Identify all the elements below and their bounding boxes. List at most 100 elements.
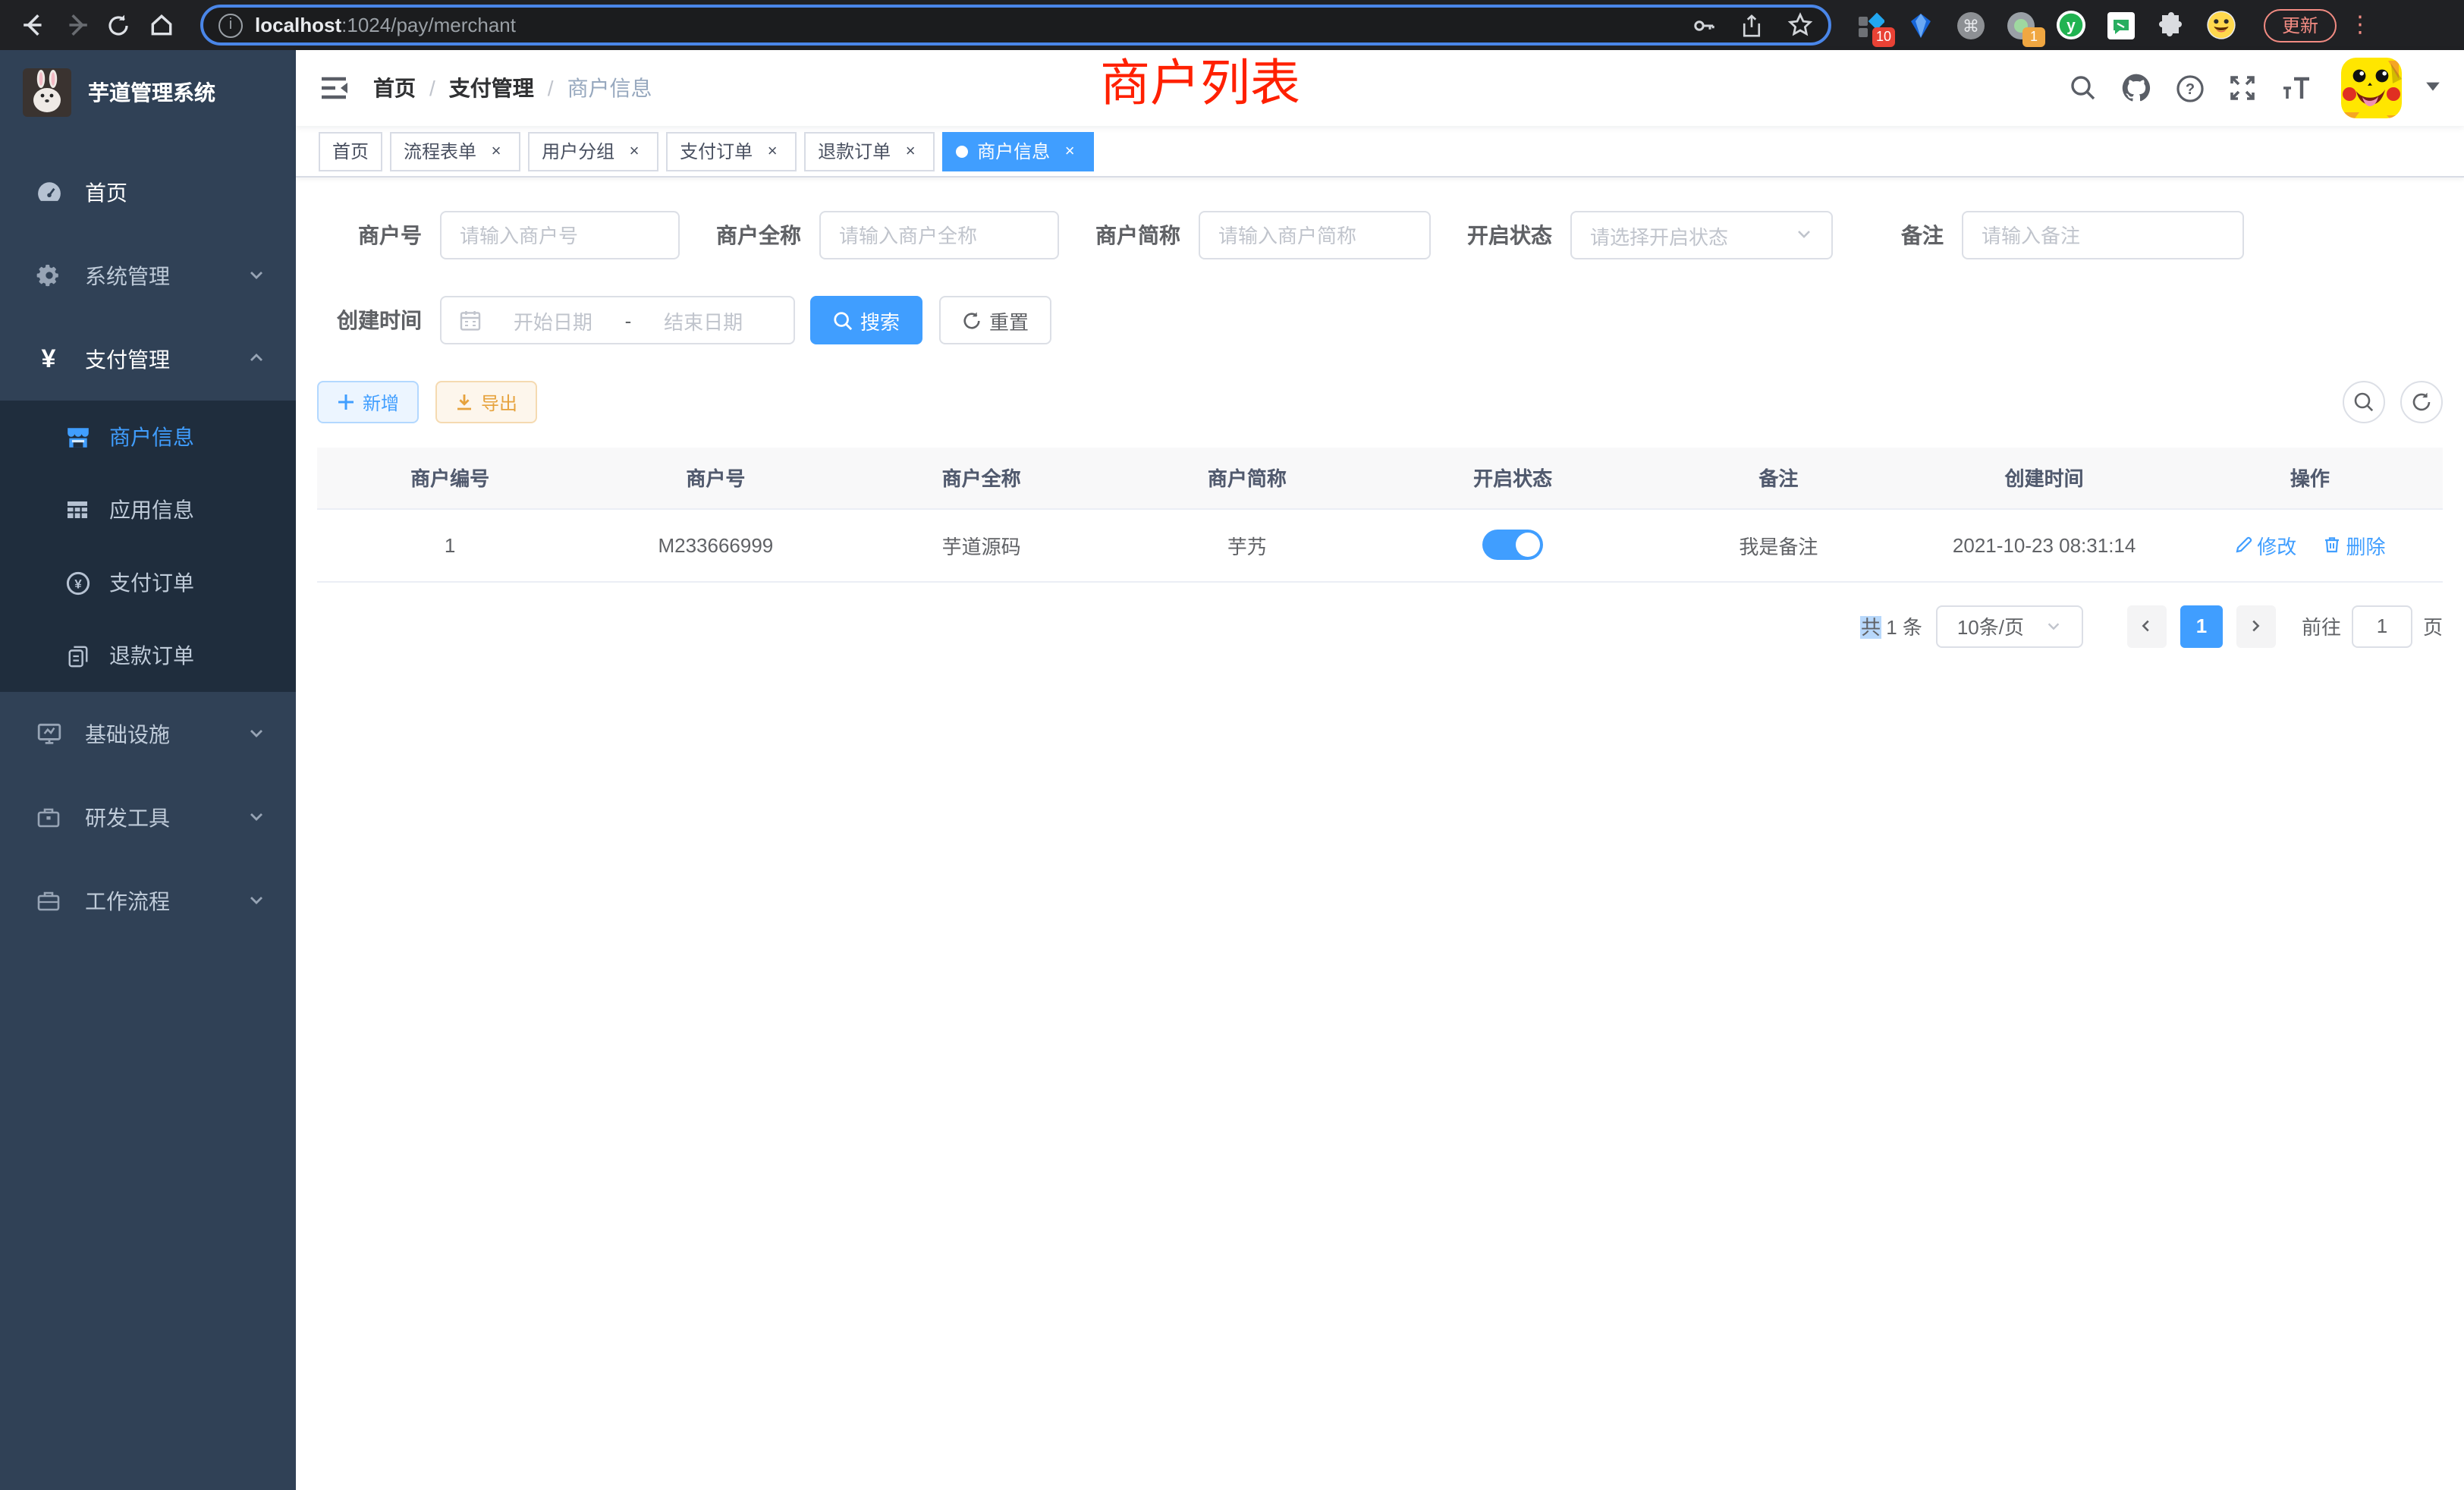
navbar-actions: ?	[2063, 58, 2441, 118]
forward-icon	[63, 12, 89, 38]
caret-down-icon[interactable]	[2425, 74, 2441, 102]
user-avatar[interactable]	[2341, 58, 2402, 118]
password-key-icon[interactable]	[1692, 13, 1716, 37]
browser-back-button[interactable]	[12, 4, 55, 46]
tags-view: 首页 流程表单 × 用户分组 × 支付订单 × 退款订单 ×	[296, 126, 2464, 178]
tab-merchant-info[interactable]: 商户信息 ×	[942, 131, 1094, 171]
status-select[interactable]: 请选择开启状态	[1570, 211, 1833, 259]
fullscreen-icon[interactable]	[2223, 68, 2262, 108]
url-text[interactable]: localhost:1024/pay/merchant	[255, 14, 1667, 36]
logo-avatar	[23, 68, 71, 117]
goto-label: 前往	[2302, 611, 2341, 640]
close-icon[interactable]: ×	[624, 140, 645, 162]
close-icon[interactable]: ×	[1059, 140, 1080, 162]
extension-grid-icon[interactable]: 10	[1856, 10, 1886, 40]
start-date-placeholder[interactable]: 开始日期	[514, 306, 592, 335]
sidebar-item-refund-order[interactable]: 退款订单	[0, 619, 296, 692]
edit-button[interactable]: 修改	[2234, 530, 2296, 559]
extension-recorder-icon[interactable]: 1	[2006, 10, 2036, 40]
sidebar-item-label: 退款订单	[109, 640, 194, 671]
sidebar-item-label: 系统管理	[85, 260, 247, 291]
remark-input[interactable]	[1982, 224, 2224, 247]
breadcrumb-current: 商户信息	[567, 73, 652, 103]
close-icon[interactable]: ×	[900, 140, 921, 162]
sidebar-toggle-button[interactable]	[319, 73, 349, 103]
sidebar-item-system[interactable]: 系统管理	[0, 234, 296, 317]
breadcrumb-pay[interactable]: 支付管理	[449, 73, 534, 103]
prev-page-button[interactable]	[2127, 605, 2167, 647]
refresh-icon	[962, 310, 982, 330]
sidebar-item-workflow[interactable]: 工作流程	[0, 859, 296, 942]
sidebar-item-devtools[interactable]: 研发工具	[0, 775, 296, 859]
address-bar[interactable]: i localhost:1024/pay/merchant	[200, 5, 1831, 46]
extension-command-icon[interactable]: ⌘	[1956, 10, 1986, 40]
merchant-no-input[interactable]	[460, 224, 660, 247]
help-icon[interactable]: ?	[2170, 68, 2209, 108]
reset-button[interactable]: 重置	[939, 296, 1051, 344]
browser-update-button[interactable]: 更新	[2264, 8, 2337, 42]
github-icon[interactable]	[2117, 68, 2156, 108]
tab-home[interactable]: 首页	[319, 131, 382, 171]
date-separator: -	[625, 309, 632, 332]
merchant-no-input-wrap	[440, 211, 680, 259]
site-info-icon[interactable]: i	[218, 13, 243, 37]
chevron-up-icon	[247, 347, 266, 371]
date-range-picker[interactable]: 开始日期 - 结束日期	[440, 296, 795, 344]
extension-chat-icon[interactable]	[2106, 10, 2136, 40]
close-icon[interactable]: ×	[486, 140, 507, 162]
add-button-label: 新增	[363, 389, 399, 415]
page-size-select[interactable]: 10条/页	[1936, 605, 2083, 647]
sidebar-item-app-info[interactable]: 应用信息	[0, 473, 296, 546]
sidebar-item-merchant-info[interactable]: 商户信息	[0, 401, 296, 473]
next-page-button[interactable]	[2236, 605, 2276, 647]
page-size-value: 10条/页	[1957, 611, 2024, 640]
short-name-input[interactable]	[1218, 224, 1411, 247]
status-toggle[interactable]	[1482, 530, 1543, 560]
full-name-input[interactable]	[839, 224, 1039, 247]
bookmark-star-icon[interactable]	[1787, 12, 1813, 38]
sidebar-item-home[interactable]: 首页	[0, 150, 296, 234]
show-search-button[interactable]	[2343, 381, 2385, 423]
sidebar-item-pay-order[interactable]: ¥ 支付订单	[0, 546, 296, 619]
profile-emoji-avatar[interactable]	[2206, 10, 2236, 40]
grid-icon	[61, 498, 94, 522]
search-icon[interactable]	[2063, 68, 2103, 108]
update-label: 更新	[2282, 12, 2318, 38]
search-button[interactable]: 搜索	[810, 296, 922, 344]
tab-refund-order[interactable]: 退款订单 ×	[804, 131, 935, 171]
extension-yudao-icon[interactable]: y	[2056, 10, 2086, 40]
tab-pay-order[interactable]: 支付订单 ×	[666, 131, 797, 171]
browser-home-button[interactable]	[140, 4, 182, 46]
merchant-no-label: 商户号	[317, 220, 440, 250]
merchant-table: 商户编号 商户号 商户全称 商户简称 开启状态 备注 创建时间 操作 1	[317, 448, 2443, 582]
goto-page-input[interactable]	[2352, 605, 2412, 647]
plus-icon	[337, 393, 355, 411]
font-size-icon[interactable]	[2276, 68, 2315, 108]
chevron-down-icon	[2045, 618, 2062, 634]
extensions-puzzle-icon[interactable]	[2156, 10, 2186, 40]
sidebar-item-pay[interactable]: ¥ 支付管理	[0, 317, 296, 401]
browser-menu-icon[interactable]: ⋮	[2349, 17, 2371, 33]
create-time-label: 创建时间	[317, 305, 440, 335]
add-button[interactable]: 新增	[317, 381, 419, 423]
browser-reload-button[interactable]	[97, 4, 140, 46]
delete-button[interactable]: 删除	[2324, 530, 2386, 559]
breadcrumb-home[interactable]: 首页	[373, 73, 416, 103]
total-text: 1 条	[1881, 616, 1922, 639]
close-icon[interactable]: ×	[762, 140, 783, 162]
tab-process-form[interactable]: 流程表单 ×	[390, 131, 520, 171]
sidebar-item-label: 应用信息	[109, 495, 194, 525]
end-date-placeholder[interactable]: 结束日期	[664, 306, 743, 335]
browser-forward-button[interactable]	[55, 4, 97, 46]
cell-short-name: 芋艿	[1114, 508, 1380, 581]
page-number-1[interactable]: 1	[2180, 605, 2223, 647]
refresh-table-button[interactable]	[2400, 381, 2443, 423]
table-header-row: 商户编号 商户号 商户全称 商户简称 开启状态 备注 创建时间 操作	[317, 448, 2443, 508]
extension-gem-icon[interactable]	[1906, 10, 1936, 40]
sidebar-logo[interactable]: 芋道管理系统	[0, 50, 296, 135]
sidebar-item-infra[interactable]: 基础设施	[0, 692, 296, 775]
share-icon[interactable]	[1740, 13, 1763, 37]
export-button[interactable]: 导出	[435, 381, 537, 423]
tab-user-group[interactable]: 用户分组 ×	[528, 131, 658, 171]
pagination-goto: 前往 页	[2302, 605, 2443, 647]
